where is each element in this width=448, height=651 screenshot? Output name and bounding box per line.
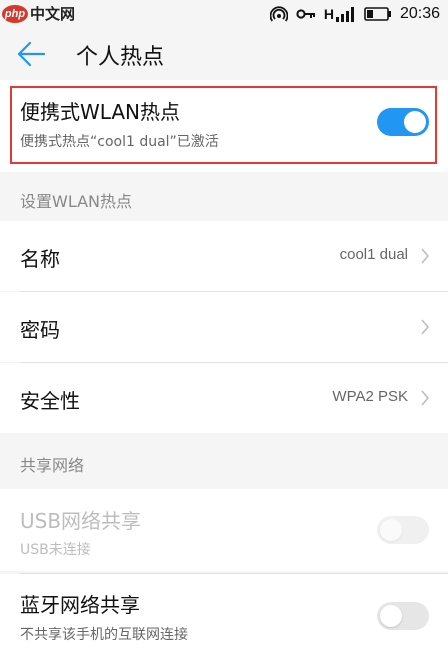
toggle-knob bbox=[380, 519, 402, 541]
hotspot-title: 便携式WLAN热点 bbox=[20, 100, 181, 124]
watermark-badge: php bbox=[2, 4, 28, 23]
status-bar: php 中文网 H 20:36 bbox=[0, 0, 448, 28]
watermark-text: 中文网 bbox=[30, 5, 76, 23]
chevron-right-icon bbox=[421, 319, 430, 335]
key-icon bbox=[296, 7, 316, 21]
status-time: 20:36 bbox=[399, 5, 440, 22]
usb-tethering-row: USB网络共享 USB未连接 bbox=[0, 489, 448, 571]
toggle-knob bbox=[404, 111, 426, 133]
usb-tethering-title: USB网络共享 bbox=[20, 509, 142, 533]
hotspot-toggle[interactable] bbox=[377, 108, 429, 136]
hotspot-icon bbox=[269, 6, 288, 22]
password-label: 密码 bbox=[20, 318, 60, 342]
share-section-header: 共享网络 bbox=[20, 456, 85, 475]
network-type-label: H bbox=[323, 6, 334, 22]
security-value: WPA2 PSK bbox=[332, 388, 408, 405]
page-title: 个人热点 bbox=[76, 45, 165, 70]
bluetooth-tethering-subtitle: 不共享该手机的互联网连接 bbox=[20, 627, 188, 643]
usb-tethering-toggle bbox=[377, 516, 429, 544]
name-row[interactable]: 名称 cool1 dual bbox=[0, 221, 448, 291]
security-label: 安全性 bbox=[20, 389, 80, 413]
name-value: cool1 dual bbox=[339, 246, 408, 263]
back-button[interactable] bbox=[16, 40, 46, 68]
bluetooth-tethering-row[interactable]: 蓝牙网络共享 不共享该手机的互联网连接 bbox=[0, 574, 448, 651]
password-row[interactable]: 密码 bbox=[0, 292, 448, 362]
signal-icon: H bbox=[324, 6, 356, 22]
title-bar: 个人热点 bbox=[0, 28, 448, 80]
battery-icon bbox=[364, 7, 392, 21]
name-label: 名称 bbox=[20, 247, 60, 271]
chevron-right-icon bbox=[421, 248, 430, 264]
bluetooth-tethering-title: 蓝牙网络共享 bbox=[20, 593, 140, 617]
usb-tethering-subtitle: USB未连接 bbox=[20, 542, 91, 558]
setup-section-header: 设置WLAN热点 bbox=[20, 192, 133, 211]
chevron-right-icon bbox=[421, 390, 430, 406]
status-icons: H 20:36 bbox=[269, 0, 440, 28]
bluetooth-tethering-toggle[interactable] bbox=[377, 602, 429, 630]
security-row[interactable]: 安全性 WPA2 PSK bbox=[0, 363, 448, 433]
back-arrow-icon bbox=[17, 41, 46, 67]
watermark-logo: php 中文网 bbox=[2, 3, 75, 24]
toggle-knob bbox=[380, 605, 402, 627]
hotspot-subtitle: 便携式热点“cool1 dual”已激活 bbox=[20, 134, 219, 150]
